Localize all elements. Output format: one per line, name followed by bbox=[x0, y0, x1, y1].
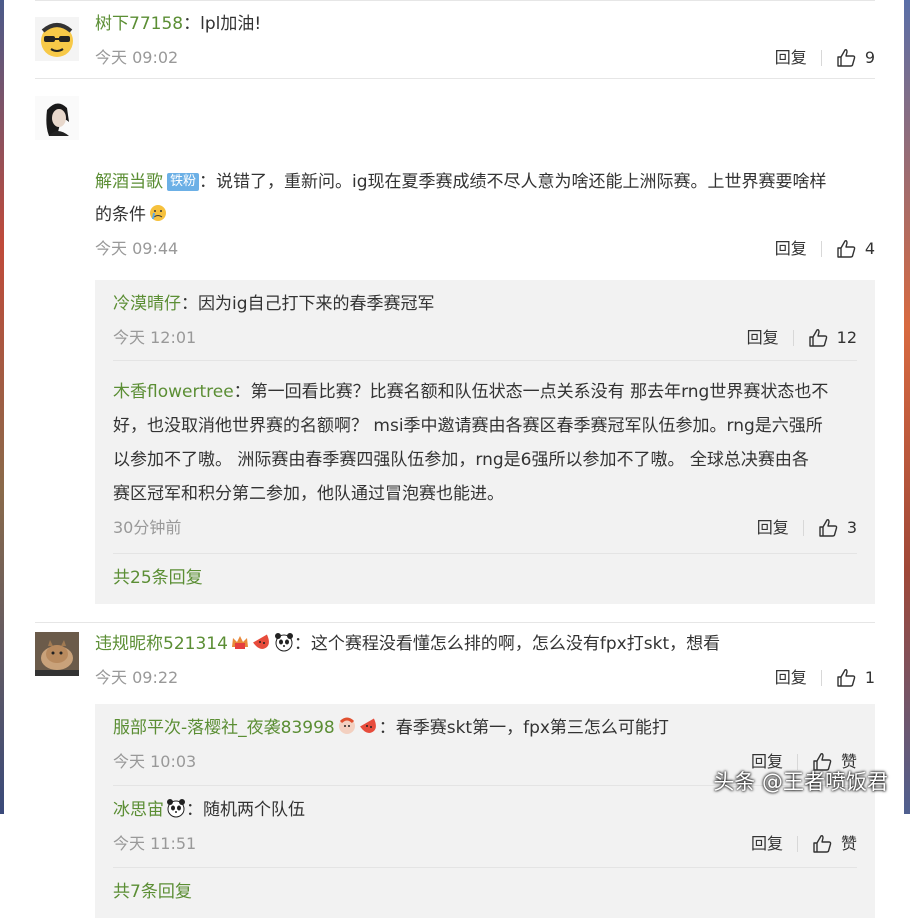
timestamp: 今天 10:03 bbox=[113, 752, 197, 771]
avatar[interactable] bbox=[35, 632, 79, 676]
reply-text: 服部平次-落樱社_夜袭83998 ：春季赛skt第一，fpx第三怎么可能打 bbox=[113, 717, 669, 738]
view-more-replies-link[interactable]: 共7条回复 bbox=[113, 868, 857, 918]
like-count: 12 bbox=[836, 328, 857, 347]
thumbs-up-icon bbox=[808, 328, 827, 347]
watermelon-icon bbox=[252, 634, 269, 650]
reply-text-continued: 赛区冠军和积分第二参加，他队通过冒泡赛也能进。 bbox=[113, 484, 504, 504]
reply-text: 冰思宙 ：随机两个队伍 bbox=[113, 799, 305, 820]
like-button[interactable]: 3 bbox=[818, 511, 857, 544]
comment-actions: 回复 4 bbox=[775, 232, 875, 265]
panda-icon bbox=[167, 799, 185, 818]
username[interactable]: 木香flowertree bbox=[113, 382, 234, 402]
reply-meta: 今天 12:01 回复 12 bbox=[113, 321, 857, 354]
divider bbox=[820, 240, 822, 257]
comment-actions: 回复 1 bbox=[775, 661, 875, 694]
reply-meta: 今天 11:51 回复 赞 bbox=[113, 827, 857, 860]
divider bbox=[802, 519, 804, 536]
like-button[interactable]: 赞 bbox=[812, 827, 857, 860]
divider bbox=[796, 835, 798, 852]
view-more-replies-link[interactable]: 共25条回复 bbox=[113, 554, 857, 604]
timestamp: 今天 09:22 bbox=[95, 668, 179, 687]
like-button[interactable]: 9 bbox=[836, 41, 875, 74]
reply-button[interactable]: 回复 bbox=[775, 41, 807, 74]
reply-thread: 冷漠晴仔：因为ig自己打下来的春季赛冠军 今天 12:01 回复 12 木香fl… bbox=[95, 280, 875, 604]
timestamp: 今天 11:51 bbox=[113, 834, 197, 853]
reply-actions: 回复 赞 bbox=[751, 827, 857, 860]
username[interactable]: 冷漠晴仔 bbox=[113, 294, 181, 314]
comment-text-continued: 的条件 bbox=[95, 199, 875, 232]
username[interactable]: 树下77158 bbox=[95, 14, 183, 34]
fan-badge: 铁粉 bbox=[167, 173, 200, 191]
username[interactable]: 冰思宙 bbox=[113, 800, 164, 820]
watermelon-icon bbox=[359, 718, 376, 734]
thumbs-up-icon bbox=[813, 834, 832, 853]
reply-meta: 30分钟前 回复 3 bbox=[113, 511, 857, 544]
background-edge-right bbox=[904, 0, 910, 814]
reply: 冰思宙 ：随机两个队伍 今天 11:51 回复 赞 bbox=[113, 786, 857, 868]
like-count: 1 bbox=[864, 668, 875, 687]
like-label: 赞 bbox=[840, 834, 857, 853]
crying-face-icon bbox=[150, 205, 166, 221]
comment: 树下77158：lpl加油! 今天 09:02 回复 9 bbox=[35, 0, 875, 79]
like-button[interactable]: 12 bbox=[808, 321, 857, 354]
reply-text: 冷漠晴仔：因为ig自己打下来的春季赛冠军 bbox=[113, 294, 435, 314]
reply-actions: 回复 12 bbox=[747, 321, 857, 354]
comment-meta: 今天 09:44 回复 4 bbox=[95, 232, 875, 265]
reply-text-continued: 以参加不了嗷。 洲际赛由春季赛四强队伍参加，rng是6强所以参加不了嗷。 全球总… bbox=[113, 450, 809, 470]
timestamp: 今天 12:01 bbox=[113, 328, 197, 347]
username[interactable]: 违规昵称521314 bbox=[95, 634, 228, 654]
thumbs-up-icon bbox=[819, 518, 838, 537]
thumbs-up-icon bbox=[837, 48, 856, 67]
comment-meta: 今天 09:02 回复 9 bbox=[95, 41, 875, 74]
comment-meta: 今天 09:22 回复 1 bbox=[95, 661, 875, 694]
comment-actions: 回复 9 bbox=[775, 41, 875, 74]
divider bbox=[820, 669, 822, 686]
divider bbox=[792, 329, 794, 346]
reply-text-continued: 好，也没取消他世界赛的名额啊？ msi季中邀请赛由各赛区春季赛冠军队伍参加。rn… bbox=[113, 416, 823, 436]
reply-button[interactable]: 回复 bbox=[747, 321, 779, 354]
timestamp: 今天 09:44 bbox=[95, 239, 179, 258]
like-count: 3 bbox=[846, 518, 857, 537]
reply-button[interactable]: 回复 bbox=[757, 511, 789, 544]
reply-button[interactable]: 回复 bbox=[751, 827, 783, 860]
badge-icon bbox=[338, 717, 355, 734]
reply: 木香flowertree：第一回看比赛？比赛名额和队伍状态一点关系没有 那去年r… bbox=[113, 361, 857, 554]
thumbs-up-icon bbox=[837, 668, 856, 687]
timestamp: 30分钟前 bbox=[113, 518, 182, 537]
like-count: 9 bbox=[864, 48, 875, 67]
watermark: 头条 @王者喷饭君 bbox=[713, 770, 888, 794]
crown-badge-icon bbox=[231, 636, 248, 649]
like-button[interactable]: 4 bbox=[836, 232, 875, 265]
reply-thread: 服部平次-落樱社_夜袭83998 ：春季赛skt第一，fpx第三怎么可能打 今天 … bbox=[95, 704, 875, 918]
reply: 冷漠晴仔：因为ig自己打下来的春季赛冠军 今天 12:01 回复 12 bbox=[113, 288, 857, 361]
panda-icon bbox=[274, 633, 293, 652]
comment: 解酒当歌 铁粉 ：说错了，重新问。ig现在夏季赛成绩不尽人意为啥还能上洲际赛。上世界… bbox=[35, 79, 875, 623]
reply-actions: 回复 3 bbox=[757, 511, 857, 544]
comment-text: 违规昵称521314 ：这个赛程没看懂怎么排的啊，怎么没有fpx打skt，想看 bbox=[95, 633, 721, 654]
username[interactable]: 服部平次-落樱社_夜袭83998 bbox=[113, 718, 335, 738]
reply-text: 木香flowertree：第一回看比赛？比赛名额和队伍状态一点关系没有 那去年r… bbox=[113, 382, 829, 402]
like-count: 4 bbox=[864, 239, 875, 258]
username[interactable]: 解酒当歌 bbox=[95, 172, 163, 192]
thumbs-up-icon bbox=[837, 239, 856, 258]
reply-button[interactable]: 回复 bbox=[775, 232, 807, 265]
like-button[interactable]: 1 bbox=[836, 661, 875, 694]
avatar[interactable] bbox=[35, 17, 79, 61]
comment-text: 树下77158：lpl加油! bbox=[95, 14, 262, 34]
avatar[interactable] bbox=[35, 96, 79, 140]
reply-button[interactable]: 回复 bbox=[775, 661, 807, 694]
timestamp: 今天 09:02 bbox=[95, 48, 179, 67]
comment-text: 解酒当歌 铁粉 ：说错了，重新问。ig现在夏季赛成绩不尽人意为啥还能上洲际赛。上世界… bbox=[95, 172, 827, 192]
divider bbox=[820, 49, 822, 66]
background-edge-left bbox=[0, 0, 4, 814]
